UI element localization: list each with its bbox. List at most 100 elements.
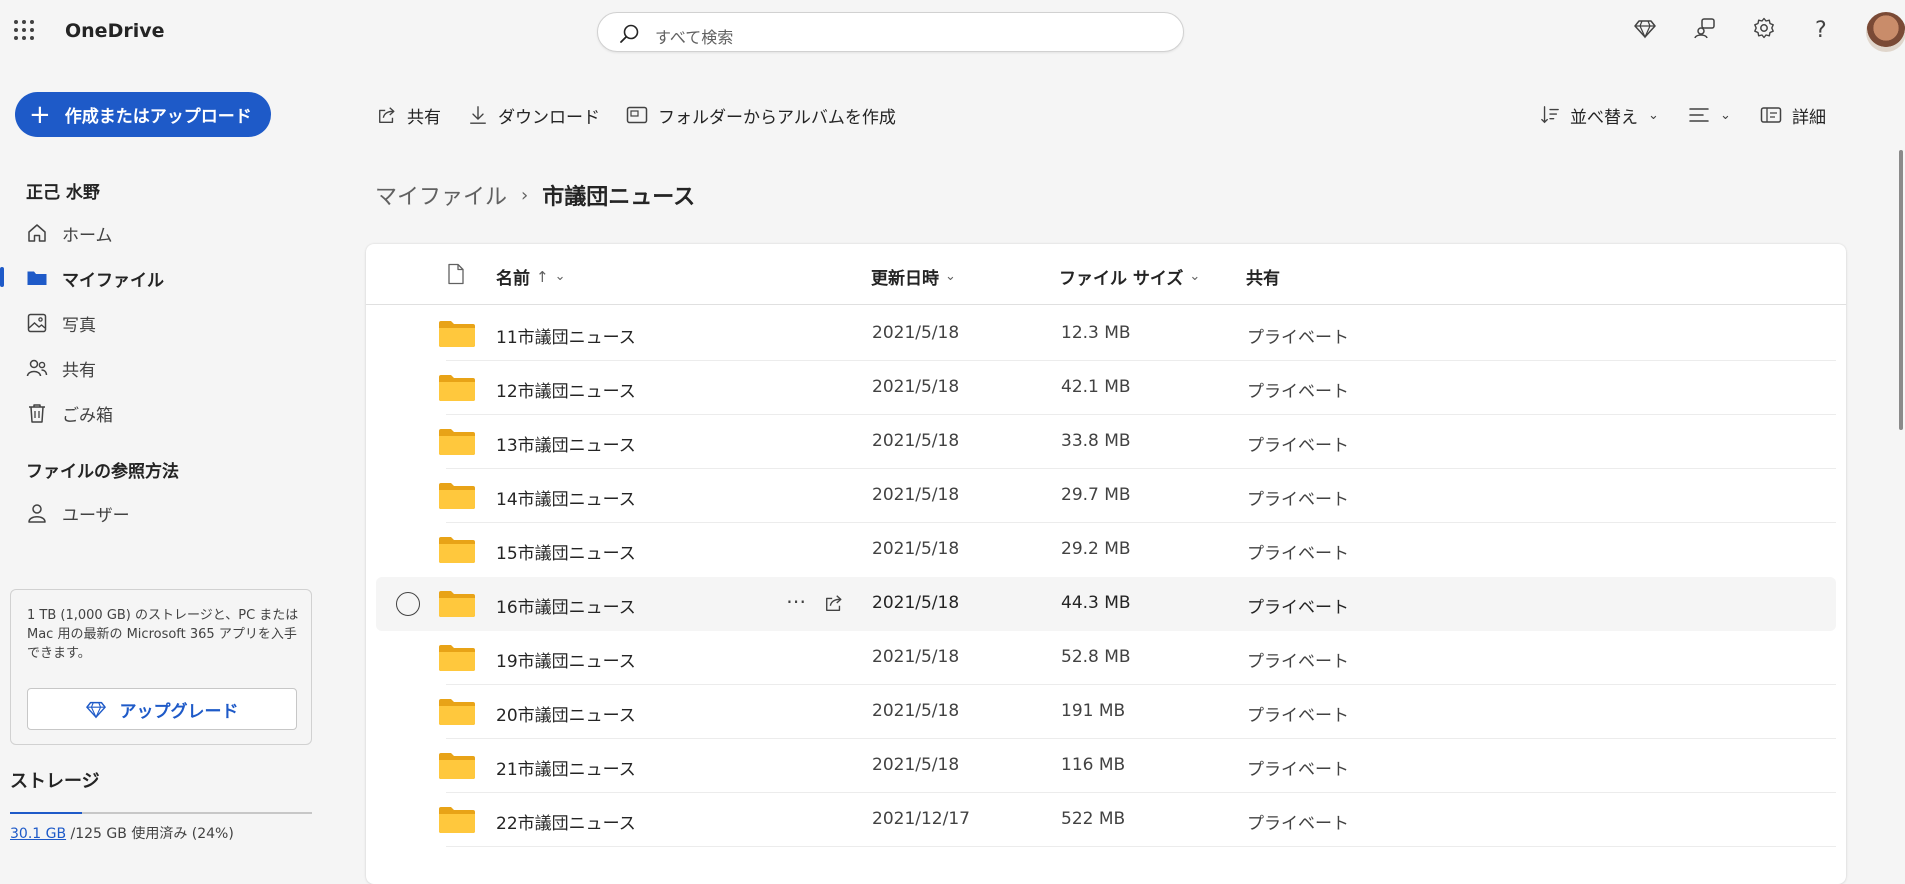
- details-command-label: 詳細: [1792, 107, 1826, 128]
- table-row[interactable]: 16市議団ニュース ⋯ 2021/5/18 44.3 MB プライベート: [376, 577, 1836, 631]
- file-size: 116 MB: [1061, 755, 1126, 775]
- avatar[interactable]: [1866, 12, 1905, 52]
- row-divider: [446, 846, 1836, 847]
- file-modified: 2021/12/17: [872, 809, 970, 829]
- sidebar-item-label: 写真: [62, 315, 96, 336]
- file-name[interactable]: 21市議団ニュース: [496, 755, 636, 780]
- app-title[interactable]: OneDrive: [65, 20, 165, 42]
- chevron-down-icon: ⌄: [1189, 269, 1201, 284]
- row-select-checkbox[interactable]: [396, 592, 420, 616]
- file-size: 44.3 MB: [1061, 593, 1131, 613]
- folder-icon: [439, 429, 475, 455]
- file-name[interactable]: 20市議団ニュース: [496, 701, 636, 726]
- breadcrumb-root[interactable]: マイファイル: [375, 179, 507, 211]
- search-box[interactable]: すべて検索: [597, 12, 1184, 52]
- folder-icon: [439, 645, 475, 671]
- sort-command[interactable]: 並べ替え ⌄: [1540, 100, 1659, 130]
- storage-progress-bar: [10, 812, 312, 814]
- column-header-size[interactable]: ファイル サイズ ⌄: [1059, 264, 1200, 289]
- create-upload-label: 作成またはアップロード: [64, 107, 252, 127]
- home-icon: [28, 224, 46, 242]
- file-name[interactable]: 16市議団ニュース: [496, 593, 636, 618]
- file-modified: 2021/5/18: [872, 539, 960, 559]
- download-command[interactable]: ダウンロード: [468, 100, 600, 130]
- file-name[interactable]: 12市議団ニュース: [496, 377, 636, 402]
- column-header-modified[interactable]: 更新日時 ⌄: [871, 264, 956, 289]
- table-row[interactable]: 19市議団ニュース 2021/5/18 52.8 MB プライベート: [376, 631, 1836, 685]
- folder-icon: [439, 375, 475, 401]
- storage-usage: 30.1 GB /125 GB 使用済み (24%): [10, 823, 234, 843]
- sidebar-item-photos[interactable]: 写真: [26, 308, 96, 338]
- table-row[interactable]: 14市議団ニュース 2021/5/18 29.7 MB プライベート: [376, 469, 1836, 523]
- browse-section-title: ファイルの参照方法: [26, 462, 179, 482]
- column-header-sharing[interactable]: 共有: [1246, 264, 1280, 289]
- sort-ascending-icon: ↑: [536, 267, 549, 286]
- file-sharing: プライベート: [1247, 706, 1349, 726]
- column-header-name-label: 名前: [496, 269, 530, 289]
- file-name[interactable]: 14市議団ニュース: [496, 485, 636, 510]
- column-header-modified-label: 更新日時: [871, 269, 939, 289]
- feedback-icon[interactable]: [1694, 17, 1716, 39]
- file-name[interactable]: 19市議団ニュース: [496, 647, 636, 672]
- sidebar-item-label: ホーム: [62, 225, 113, 246]
- file-modified: 2021/5/18: [872, 323, 960, 343]
- table-row[interactable]: 15市議団ニュース 2021/5/18 29.2 MB プライベート: [376, 523, 1836, 577]
- create-album-command[interactable]: フォルダーからアルバムを作成: [626, 100, 896, 130]
- more-actions-icon[interactable]: ⋯: [786, 589, 806, 613]
- upgrade-label: アップグレード: [119, 701, 239, 722]
- upgrade-promo-card: 1 TB (1,000 GB) のストレージと、PC または Mac 用の最新の…: [10, 589, 312, 745]
- folder-icon: [439, 321, 475, 347]
- file-size: 29.7 MB: [1061, 485, 1131, 505]
- file-modified: 2021/5/18: [872, 485, 960, 505]
- file-name[interactable]: 13市議団ニュース: [496, 431, 636, 456]
- file-sharing: プライベート: [1247, 598, 1349, 618]
- storage-progress-fill: [10, 812, 83, 814]
- file-type-icon[interactable]: [447, 263, 465, 285]
- file-modified: 2021/5/18: [872, 755, 960, 775]
- help-icon[interactable]: ?: [1815, 18, 1827, 43]
- app-launcher-icon[interactable]: [14, 20, 34, 40]
- sidebar-item-recycle-bin[interactable]: ごみ箱: [26, 398, 113, 428]
- sidebar-item-my-files[interactable]: マイファイル: [26, 263, 164, 293]
- search-input[interactable]: すべて検索: [655, 24, 733, 48]
- file-list-header: 名前 ↑ ⌄ 更新日時 ⌄ ファイル サイズ ⌄ 共有: [366, 244, 1846, 305]
- table-row[interactable]: 11市議団ニュース 2021/5/18 12.3 MB プライベート: [376, 307, 1836, 361]
- table-row[interactable]: 20市議団ニュース 2021/5/18 191 MB プライベート: [376, 685, 1836, 739]
- sort-command-label: 並べ替え: [1570, 107, 1638, 128]
- table-row[interactable]: 12市議団ニュース 2021/5/18 42.1 MB プライベート: [376, 361, 1836, 415]
- storage-used-link[interactable]: 30.1 GB: [10, 826, 66, 842]
- folder-icon: [439, 537, 475, 563]
- details-command[interactable]: 詳細: [1760, 100, 1826, 130]
- details-pane-icon: [1760, 107, 1782, 123]
- sidebar-item-label: マイファイル: [62, 270, 164, 291]
- settings-gear-icon[interactable]: [1753, 17, 1775, 39]
- share-icon[interactable]: [824, 593, 844, 613]
- top-bar: OneDrive すべて検索 ?: [0, 0, 1905, 64]
- premium-diamond-icon[interactable]: [1634, 17, 1656, 39]
- plus-icon: +: [29, 99, 51, 130]
- sidebar-item-home[interactable]: ホーム: [26, 218, 113, 248]
- create-upload-button[interactable]: + 作成またはアップロード: [15, 92, 271, 137]
- sidebar-item-shared[interactable]: 共有: [26, 353, 96, 383]
- table-row[interactable]: 21市議団ニュース 2021/5/18 116 MB プライベート: [376, 739, 1836, 793]
- column-header-sharing-label: 共有: [1246, 269, 1280, 289]
- share-command[interactable]: 共有: [377, 100, 441, 130]
- file-name[interactable]: 15市議団ニュース: [496, 539, 636, 564]
- file-name[interactable]: 22市議団ニュース: [496, 809, 636, 834]
- table-row[interactable]: 13市議団ニュース 2021/5/18 33.8 MB プライベート: [376, 415, 1836, 469]
- file-modified: 2021/5/18: [872, 377, 960, 397]
- file-list: 名前 ↑ ⌄ 更新日時 ⌄ ファイル サイズ ⌄ 共有 11市議団ニュース 202…: [366, 244, 1846, 884]
- scrollbar-thumb[interactable]: [1899, 150, 1903, 430]
- create-album-label: フォルダーからアルバムを作成: [658, 107, 896, 128]
- column-header-name[interactable]: 名前 ↑ ⌄: [496, 264, 565, 290]
- folder-icon: [439, 699, 475, 725]
- file-modified: 2021/5/18: [872, 701, 960, 721]
- table-row[interactable]: 22市議団ニュース 2021/12/17 522 MB プライベート: [376, 793, 1836, 847]
- upgrade-button[interactable]: アップグレード: [27, 688, 297, 730]
- file-size: 12.3 MB: [1061, 323, 1131, 343]
- file-name[interactable]: 11市議団ニュース: [496, 323, 636, 348]
- sidebar-item-people[interactable]: ユーザー: [26, 498, 130, 528]
- page-title[interactable]: 市議団ニュース: [542, 179, 695, 211]
- album-icon: [626, 106, 648, 124]
- view-options-command[interactable]: ⌄: [1688, 100, 1731, 130]
